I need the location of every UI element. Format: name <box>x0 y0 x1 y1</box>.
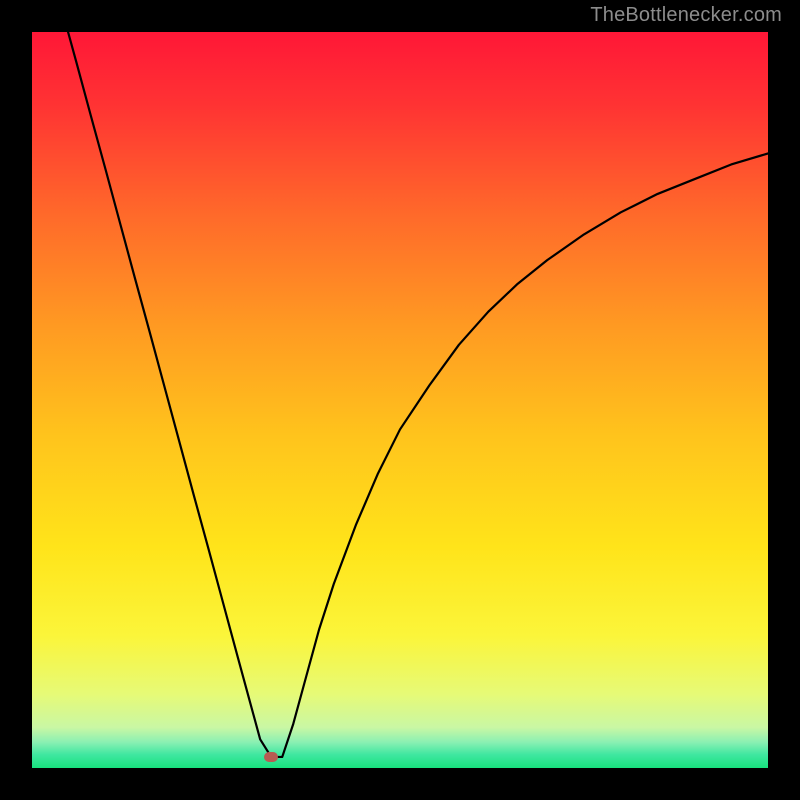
plot-area <box>32 32 768 768</box>
watermark-text: TheBottlenecker.com <box>590 4 782 27</box>
optimal-point-marker <box>264 752 278 762</box>
chart-frame: TheBottlenecker.com <box>0 0 800 800</box>
bottleneck-curve <box>32 32 768 768</box>
